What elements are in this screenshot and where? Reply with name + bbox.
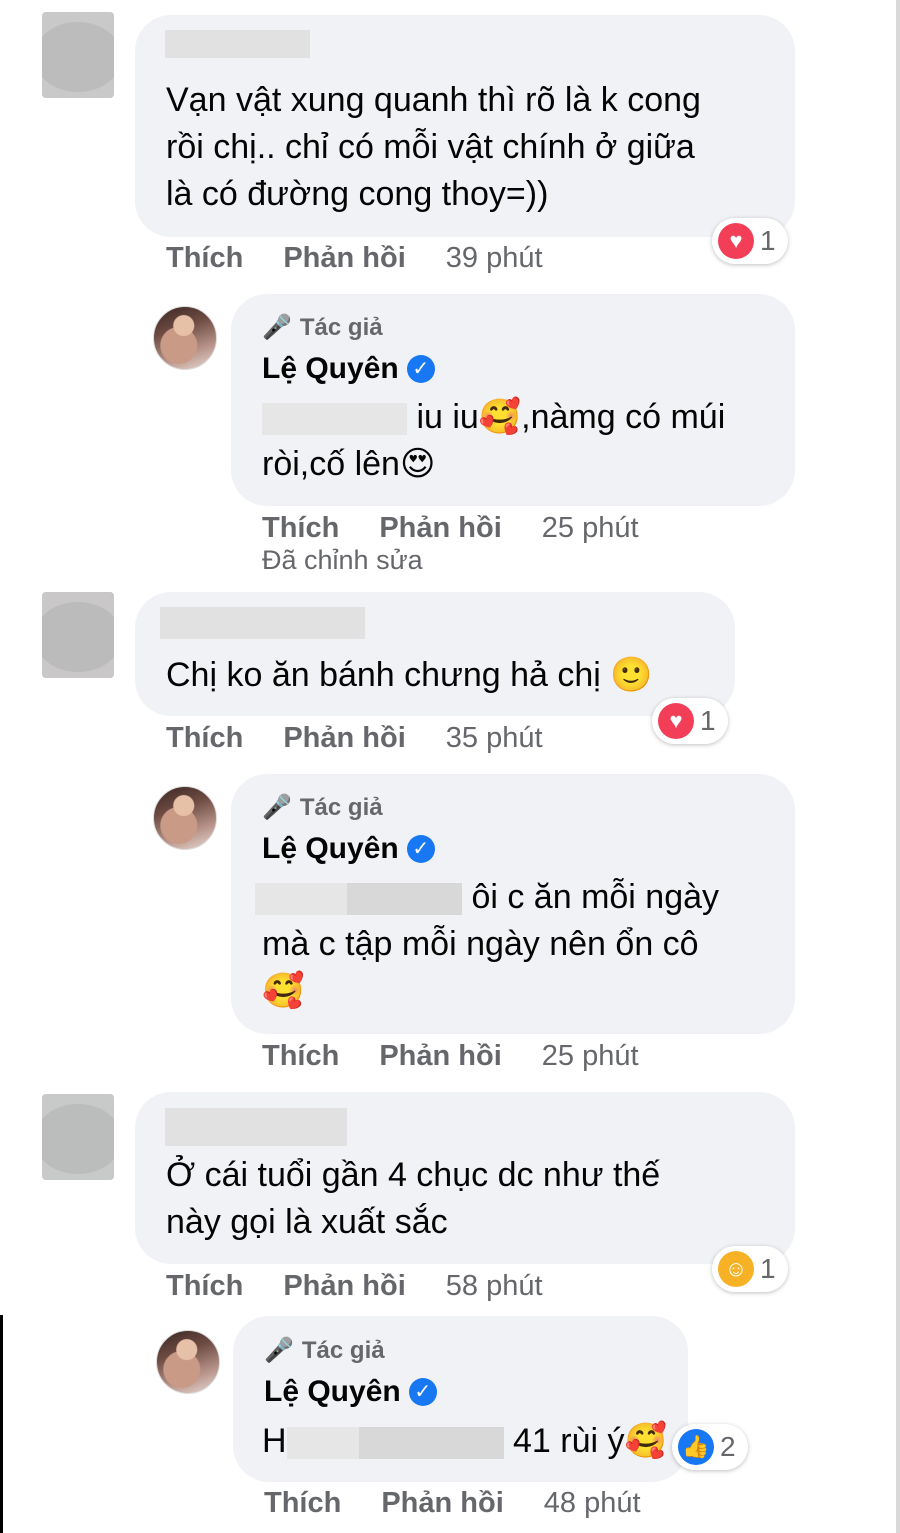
avatar[interactable]: [42, 592, 114, 678]
comment-time[interactable]: 25 phút: [542, 1040, 639, 1073]
comment-text-line: ròi,cố lên😍: [262, 445, 436, 483]
comment-time[interactable]: 39 phút: [446, 242, 543, 275]
comment-text-fragment: H: [262, 1422, 287, 1460]
verified-icon: ✓: [406, 835, 435, 863]
like-icon: 👍: [678, 1429, 714, 1465]
mention-redacted[interactable]: [347, 883, 462, 916]
reply-button[interactable]: Phản hồi: [283, 722, 405, 755]
reaction-count: 2: [720, 1431, 736, 1462]
avatar[interactable]: [42, 12, 114, 98]
commenter-name[interactable]: Lệ Quyên ✓: [262, 352, 435, 386]
like-button[interactable]: Thích: [262, 1040, 339, 1073]
like-button[interactable]: Thích: [166, 1270, 243, 1303]
reply-button[interactable]: Phản hồi: [379, 1040, 501, 1073]
comment-text-fragment: ôi c ăn mỗi ngày: [471, 878, 720, 916]
like-button[interactable]: Thích: [264, 1487, 341, 1520]
reaction-summary[interactable]: 👍 2: [672, 1424, 748, 1470]
author-avatar[interactable]: [156, 1330, 220, 1394]
comment-text-line: Vạn vật xung quanh thì rõ là k cong: [166, 81, 701, 119]
edited-label: Đã chỉnh sửa: [262, 545, 423, 575]
verified-icon: ✓: [406, 355, 435, 383]
comment-text-line: ôi c ăn mỗi ngày: [255, 874, 719, 920]
author-avatar[interactable]: [153, 306, 217, 370]
mention-redacted[interactable]: [255, 883, 347, 916]
reply-button[interactable]: Phản hồi: [379, 512, 501, 545]
microphone-icon: 🎤: [264, 1337, 294, 1364]
reaction-summary[interactable]: ☺ 1: [712, 1246, 788, 1292]
comment-text-line: Chị ko ăn bánh chưng hả chị 🙂: [166, 656, 653, 694]
commenter-name[interactable]: Lệ Quyên ✓: [264, 1375, 437, 1409]
comment-text-line: iu iu🥰,nàmg có múi: [262, 394, 725, 440]
comment-actions: Thích Phản hồi 58 phút: [166, 1270, 543, 1303]
comment-text-fragment: iu iu🥰,nàmg có múi: [416, 398, 726, 436]
love-icon: ♥: [718, 223, 754, 259]
author-name-text: Lệ Quyên: [262, 832, 399, 865]
verified-icon: ✓: [408, 1378, 437, 1406]
frame-border: [896, 0, 900, 1533]
author-name-text: Lệ Quyên: [264, 1375, 401, 1408]
like-button[interactable]: Thích: [262, 512, 339, 545]
author-badge-label: Tác giả: [299, 313, 383, 341]
comment-actions: Thích Phản hồi 39 phút: [166, 242, 543, 275]
comment-time[interactable]: 25 phút: [542, 512, 639, 545]
author-badge: 🎤 Tác giả: [262, 793, 383, 822]
commenter-name-redacted[interactable]: [165, 30, 310, 58]
comment-actions: Thích Phản hồi 25 phút: [262, 1040, 639, 1073]
microphone-icon: 🎤: [262, 794, 292, 821]
comment-actions: Thích Phản hồi 25 phút: [262, 512, 639, 545]
reply-button[interactable]: Phản hồi: [283, 1270, 405, 1303]
microphone-icon: 🎤: [262, 314, 292, 341]
author-name-text: Lệ Quyên: [262, 352, 399, 385]
author-avatar[interactable]: [153, 786, 217, 850]
comment-text-line: Ở cái tuổi gần 4 chục dc như thế: [166, 1156, 661, 1194]
author-badge: 🎤 Tác giả: [264, 1336, 385, 1365]
comment-text-line: này gọi là xuất sắc: [166, 1203, 448, 1241]
author-badge: 🎤 Tác giả: [262, 313, 383, 342]
mention-redacted[interactable]: [358, 1427, 504, 1460]
author-badge-label: Tác giả: [301, 1336, 385, 1364]
like-button[interactable]: Thích: [166, 722, 243, 755]
comment-text-line: mà c tập mỗi ngày nên ổn cô: [262, 925, 699, 963]
author-badge-label: Tác giả: [299, 793, 383, 821]
comment-time[interactable]: 58 phút: [446, 1270, 543, 1303]
reaction-summary[interactable]: ♥ 1: [712, 218, 788, 264]
comment-text-line: là có đường cong thoy=)): [166, 175, 549, 213]
reaction-count: 1: [760, 225, 776, 256]
reaction-summary[interactable]: ♥ 1: [652, 698, 728, 744]
commenter-name[interactable]: Lệ Quyên ✓: [262, 832, 435, 866]
image-edge: [0, 1315, 3, 1533]
mention-redacted[interactable]: [262, 403, 407, 436]
comment-actions: Thích Phản hồi 48 phút: [264, 1487, 641, 1520]
comment-time[interactable]: 35 phút: [446, 722, 543, 755]
avatar[interactable]: [42, 1094, 114, 1180]
comment-time[interactable]: 48 phút: [544, 1487, 641, 1520]
reaction-count: 1: [760, 1253, 776, 1284]
comment-actions: Thích Phản hồi 35 phút: [166, 722, 543, 755]
comment-text-line: rồi chị.. chỉ có mỗi vật chính ở giữa: [166, 128, 695, 166]
commenter-name-redacted[interactable]: [160, 607, 365, 639]
care-icon: ☺: [718, 1251, 754, 1287]
commenter-name-redacted[interactable]: [165, 1108, 347, 1146]
comment-text-fragment: 41 rùi ý🥰: [513, 1422, 667, 1460]
reply-button[interactable]: Phản hồi: [381, 1487, 503, 1520]
like-button[interactable]: Thích: [166, 242, 243, 275]
love-icon: ♥: [658, 703, 694, 739]
reply-button[interactable]: Phản hồi: [283, 242, 405, 275]
reaction-count: 1: [700, 705, 716, 736]
mention-redacted[interactable]: [286, 1427, 359, 1460]
comment-text-line: 🥰: [262, 972, 305, 1010]
comment-text-line: H 41 rùi ý🥰: [262, 1418, 667, 1464]
